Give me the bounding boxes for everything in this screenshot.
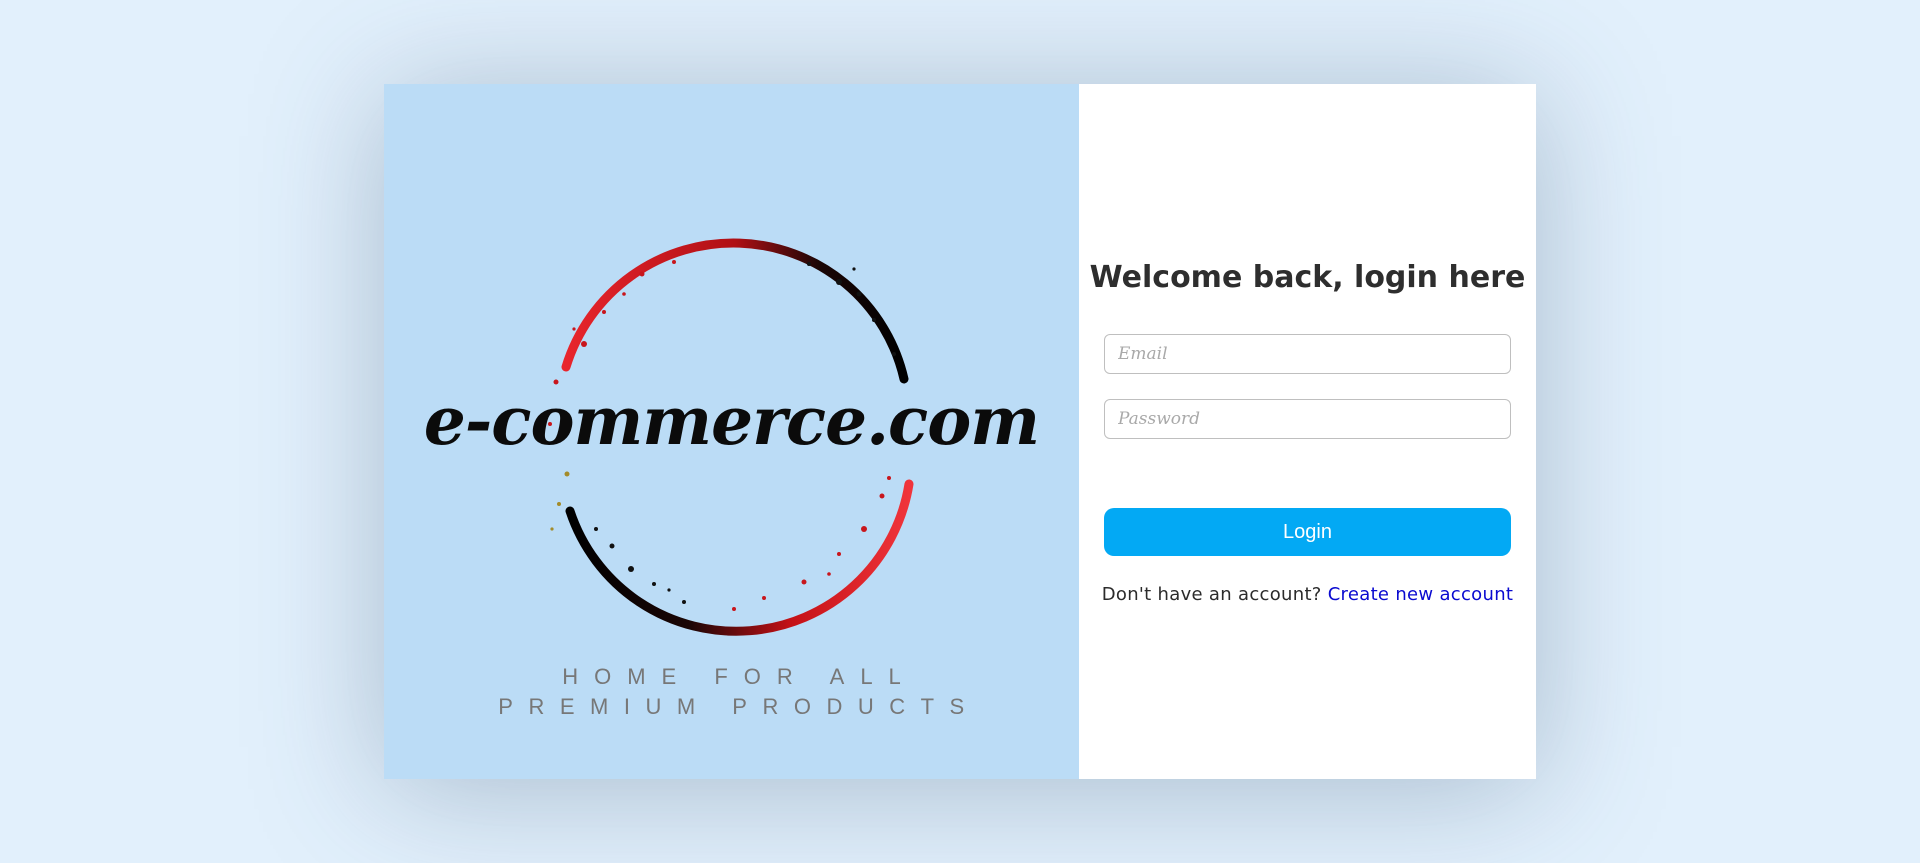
brand-logo-panel: e-commerce.com HOME FOR ALL PREMIUM PROD… <box>384 84 1079 779</box>
login-form-panel: Welcome back, login here Login Don't hav… <box>1079 84 1536 779</box>
login-heading: Welcome back, login here <box>1089 260 1526 295</box>
password-field[interactable] <box>1104 399 1511 439</box>
login-card: e-commerce.com HOME FOR ALL PREMIUM PROD… <box>384 84 1536 779</box>
signup-prompt-text: Don't have an account? <box>1101 584 1322 605</box>
email-field[interactable] <box>1104 334 1511 374</box>
brand-tagline-line-2: PREMIUM PRODUCTS <box>498 694 980 719</box>
create-account-link[interactable]: Create new account <box>1328 584 1514 605</box>
login-button[interactable]: Login <box>1104 508 1511 556</box>
signup-prompt-row: Don't have an account? Create new accoun… <box>1079 584 1536 605</box>
brand-wordmark: e-commerce.com <box>423 382 1040 460</box>
brand-tagline-line-1: HOME FOR ALL <box>562 664 917 689</box>
